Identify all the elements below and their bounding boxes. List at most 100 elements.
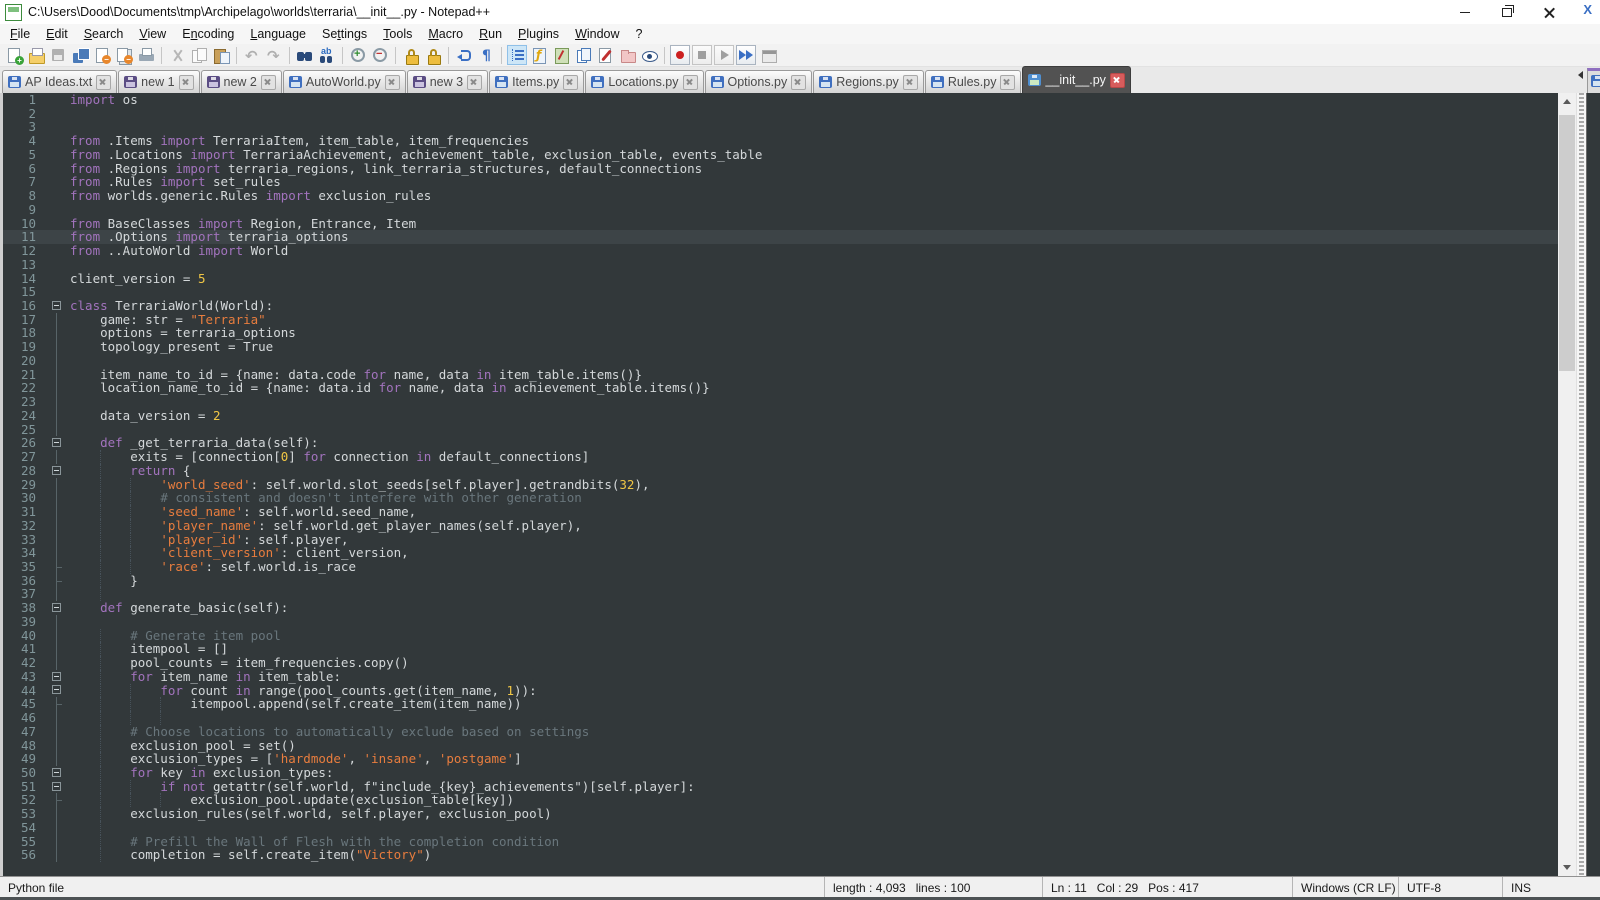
code-line[interactable]: 6from .Regions import terraria_regions, … [3, 162, 1558, 176]
tab-close-icon[interactable] [563, 75, 578, 90]
folder-as-workspace-icon[interactable] [617, 45, 637, 65]
macro-run-multiple-icon[interactable] [736, 45, 756, 65]
redo-icon[interactable] [264, 45, 284, 65]
status-doc-type[interactable]: Python file [0, 877, 824, 898]
tab-rules.py[interactable]: Rules.py [925, 70, 1022, 93]
code-line[interactable]: 43 for item_name in item_table: [3, 670, 1558, 684]
code-line[interactable]: 47 # Choose locations to automatically e… [3, 725, 1558, 739]
macro-stop-icon[interactable] [692, 45, 712, 65]
indent-guide-icon[interactable] [507, 45, 527, 65]
code-line[interactable]: 56 completion = self.create_item("Victor… [3, 848, 1558, 862]
tab-close-icon[interactable] [1000, 75, 1015, 90]
menu-run[interactable]: Run [471, 25, 510, 43]
fold-collapse-icon[interactable] [49, 436, 65, 450]
tab-close-icon[interactable] [1110, 73, 1125, 88]
print-icon[interactable] [136, 45, 156, 65]
current-code-line[interactable]: 11from .Options import terraria_options [3, 230, 1558, 244]
minimize-button[interactable] [1444, 0, 1486, 24]
code-line[interactable]: 39 [3, 615, 1558, 629]
code-line[interactable]: 36 } [3, 574, 1558, 588]
status-encoding[interactable]: UTF-8 [1398, 877, 1502, 898]
fold-collapse-icon[interactable] [49, 684, 65, 698]
code-line[interactable]: 12from ..AutoWorld import World [3, 244, 1558, 258]
fold-collapse-icon[interactable] [49, 780, 65, 794]
code-line[interactable]: 25 [3, 423, 1558, 437]
code-line[interactable]: 22 location_name_to_id = {name: data.id … [3, 381, 1558, 395]
code-line[interactable]: 46 [3, 711, 1558, 725]
tab-options.py[interactable]: Options.py [705, 70, 813, 93]
sync-vertical-icon[interactable] [401, 45, 421, 65]
fold-collapse-icon[interactable] [49, 766, 65, 780]
code-line[interactable]: 3 [3, 120, 1558, 134]
tab-ap-ideas.txt[interactable]: AP Ideas.txt [2, 70, 117, 93]
code-line[interactable]: 31 'seed_name': self.world.seed_name, [3, 505, 1558, 519]
menu-tools[interactable]: Tools [375, 25, 420, 43]
code-line[interactable]: 34 'client_version': client_version, [3, 546, 1558, 560]
document-map-icon[interactable] [551, 45, 571, 65]
word-wrap-icon[interactable] [454, 45, 474, 65]
code-line[interactable]: 50 for key in exclusion_types: [3, 766, 1558, 780]
code-line[interactable]: 26 def _get_terraria_data(self): [3, 436, 1558, 450]
menu-language[interactable]: Language [242, 25, 314, 43]
save-all-icon[interactable] [70, 45, 90, 65]
code-line[interactable]: 23 [3, 395, 1558, 409]
copy-icon[interactable] [189, 45, 209, 65]
fold-collapse-icon[interactable] [49, 670, 65, 684]
code-line[interactable]: 38 def generate_basic(self): [3, 601, 1558, 615]
code-line[interactable]: 44 for count in range(pool_counts.get(it… [3, 684, 1558, 698]
code-line[interactable]: 53 exclusion_rules(self.world, self.play… [3, 807, 1558, 821]
menu-search[interactable]: Search [76, 25, 132, 43]
menu-window[interactable]: Window [567, 25, 627, 43]
close-button[interactable] [1528, 0, 1570, 24]
menu-encoding[interactable]: Encoding [174, 25, 242, 43]
tab-autoworld.py[interactable]: AutoWorld.py [283, 70, 406, 93]
tab-new-2[interactable]: new 2 [201, 70, 282, 93]
code-line[interactable]: 37 [3, 587, 1558, 601]
code-line[interactable]: 52 exclusion_pool.update(exclusion_table… [3, 793, 1558, 807]
code-line[interactable]: 29 'world_seed': self.world.slot_seeds[s… [3, 478, 1558, 492]
code-line[interactable]: 28 return { [3, 464, 1558, 478]
status-caret-position[interactable]: Ln : 11 Col : 29 Pos : 417 [1042, 877, 1292, 898]
code-line[interactable]: 1import os [3, 93, 1558, 107]
code-line[interactable]: 16class TerrariaWorld(World): [3, 299, 1558, 313]
tab-__init__.py[interactable]: __init__.py [1022, 66, 1130, 93]
menu-view[interactable]: View [131, 25, 174, 43]
code-line[interactable]: 48 exclusion_pool = set() [3, 739, 1558, 753]
save-icon[interactable] [48, 45, 68, 65]
fold-collapse-icon[interactable] [49, 601, 65, 615]
code-editor[interactable]: 1import os234from .Items import Terraria… [3, 93, 1558, 876]
tab-regions.py[interactable]: Regions.py [813, 70, 924, 93]
find-icon[interactable] [295, 45, 315, 65]
code-line[interactable]: 54 [3, 821, 1558, 835]
close-document-icon[interactable]: X [1583, 2, 1592, 17]
scroll-up-arrow[interactable] [1558, 93, 1576, 110]
code-line[interactable]: 45 itempool.append(self.create_item(item… [3, 697, 1558, 711]
edit-page-icon[interactable] [595, 45, 615, 65]
menu-file[interactable]: File [2, 25, 38, 43]
status-insert-mode[interactable]: INS [1502, 877, 1600, 898]
document-list-icon[interactable] [573, 45, 593, 65]
tab-new-1[interactable]: new 1 [118, 70, 199, 93]
code-line[interactable]: 9 [3, 203, 1558, 217]
code-line[interactable]: 40 # Generate item pool [3, 629, 1558, 643]
undo-icon[interactable] [242, 45, 262, 65]
code-line[interactable]: 15 [3, 285, 1558, 299]
tab-close-icon[interactable] [96, 75, 111, 90]
code-line[interactable]: 18 options = terraria_options [3, 326, 1558, 340]
code-line[interactable]: 14client_version = 5 [3, 272, 1558, 286]
code-line[interactable]: 19 topology_present = True [3, 340, 1558, 354]
macro-save-icon[interactable] [758, 45, 778, 65]
fold-collapse-icon[interactable] [49, 299, 65, 313]
code-line[interactable]: 33 'player_id': self.player, [3, 533, 1558, 547]
menu-plugins[interactable]: Plugins [510, 25, 567, 43]
zoom-in-icon[interactable] [348, 45, 368, 65]
code-line[interactable]: 10from BaseClasses import Region, Entran… [3, 217, 1558, 231]
tab-items.py[interactable]: Items.py [489, 70, 584, 93]
monitoring-icon[interactable] [639, 45, 659, 65]
code-line[interactable]: 21 item_name_to_id = {name: data.code fo… [3, 368, 1558, 382]
tab-close-icon[interactable] [683, 75, 698, 90]
menu-macro[interactable]: Macro [420, 25, 471, 43]
code-line[interactable]: 20 [3, 354, 1558, 368]
fold-collapse-icon[interactable] [49, 464, 65, 478]
macro-record-icon[interactable] [670, 45, 690, 65]
